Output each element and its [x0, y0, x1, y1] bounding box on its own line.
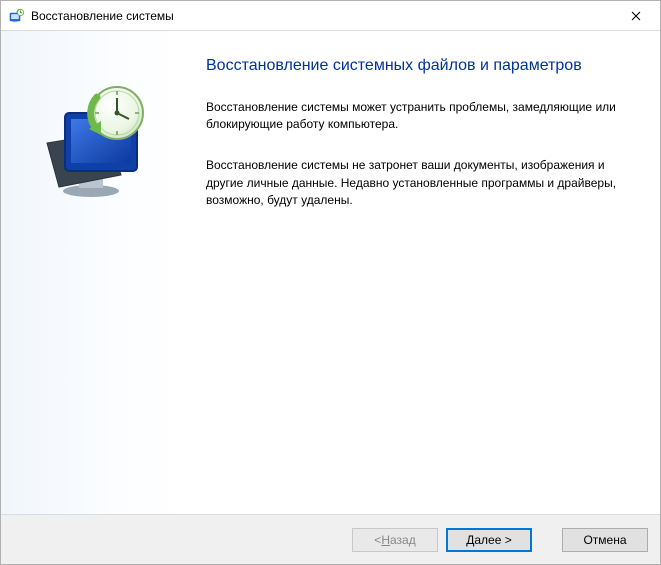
page-heading: Восстановление системных файлов и параме… [206, 55, 632, 77]
close-button[interactable] [613, 2, 658, 30]
cancel-button[interactable]: Отмена [562, 528, 648, 552]
wizard-footer: < Назад Далее > Отмена [1, 514, 660, 564]
window-title: Восстановление системы [31, 9, 613, 23]
intro-paragraph-2: Восстановление системы не затронет ваши … [206, 157, 632, 209]
wizard-sidebar [1, 31, 186, 514]
next-mnemonic: Д [466, 533, 474, 547]
titlebar: Восстановление системы [1, 1, 660, 31]
back-prefix: < [374, 533, 381, 547]
next-button[interactable]: Далее > [446, 528, 532, 552]
wizard-content: Восстановление системных файлов и параме… [186, 31, 660, 514]
wizard-body: Восстановление системных файлов и параме… [1, 31, 660, 514]
system-restore-window: Восстановление системы [0, 0, 661, 565]
back-mnemonic: Н [381, 533, 390, 547]
close-icon [631, 11, 641, 21]
intro-paragraph-1: Восстановление системы может устранить п… [206, 99, 632, 134]
system-restore-icon [9, 8, 25, 24]
next-suffix: алее > [474, 533, 511, 547]
restore-graphic [39, 83, 159, 203]
back-button: < Назад [352, 528, 438, 552]
back-suffix: азад [390, 533, 416, 547]
